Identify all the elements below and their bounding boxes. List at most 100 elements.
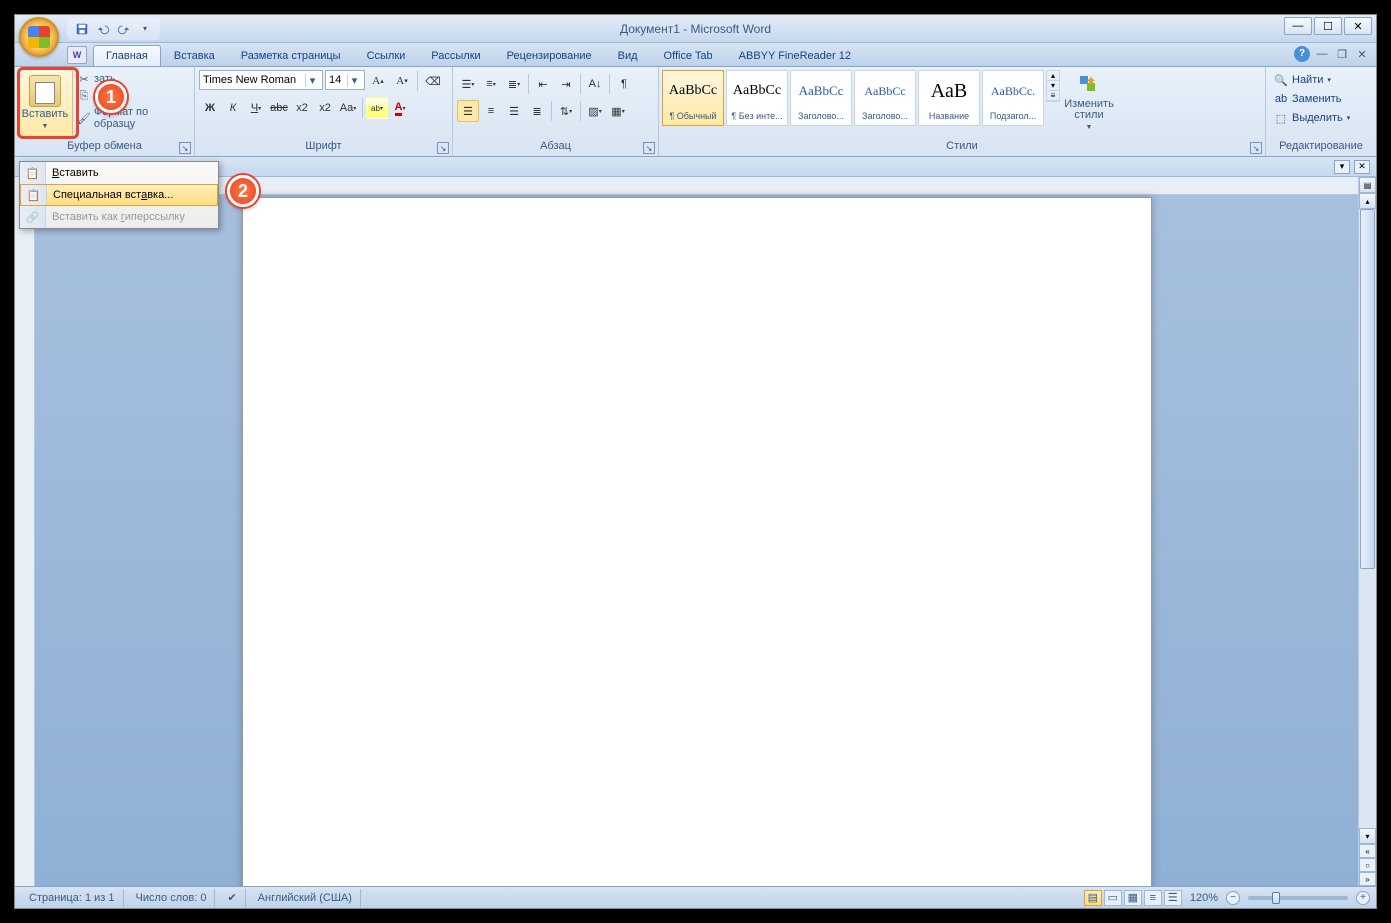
strikethrough-button[interactable]: abc xyxy=(268,97,290,119)
style-item-2[interactable]: AaBbCcЗаголово... xyxy=(790,70,852,126)
vertical-ruler[interactable] xyxy=(15,177,35,886)
status-words[interactable]: Число слов: 0 xyxy=(128,889,216,907)
styles-more-button[interactable]: ≡ xyxy=(1047,91,1059,101)
numbering-button[interactable]: ≡▾ xyxy=(480,73,502,95)
next-page-button[interactable]: » xyxy=(1359,872,1376,886)
minimize-button[interactable]: — xyxy=(1284,17,1312,35)
grow-font-button[interactable]: A▴ xyxy=(367,70,389,92)
style-item-1[interactable]: AaBbCc¶ Без инте... xyxy=(726,70,788,126)
zoom-level[interactable]: 120% xyxy=(1190,892,1218,904)
ruler-toggle-button[interactable]: ▤ xyxy=(1359,177,1376,193)
increase-indent-button[interactable]: ⇥ xyxy=(555,73,577,95)
shrink-font-button[interactable]: A▾ xyxy=(391,70,413,92)
paragraph-launcher[interactable]: ↘ xyxy=(643,142,655,154)
show-marks-button[interactable]: ¶ xyxy=(613,73,635,95)
highlight-button[interactable]: ab▾ xyxy=(366,97,388,119)
word-tab-icon[interactable]: W xyxy=(67,46,87,64)
tab-insert[interactable]: Вставка xyxy=(161,45,228,66)
close-button[interactable]: ✕ xyxy=(1344,17,1372,35)
find-button[interactable]: 🔍Найти ▾ xyxy=(1270,71,1354,89)
status-page[interactable]: Страница: 1 из 1 xyxy=(21,889,124,907)
subscript-button[interactable]: x2 xyxy=(291,97,313,119)
borders-button[interactable]: ▦▾ xyxy=(607,100,629,122)
style-item-5[interactable]: AaBbCc.Подзагол... xyxy=(982,70,1044,126)
clipboard-launcher[interactable]: ↘ xyxy=(179,142,191,154)
scroll-track[interactable] xyxy=(1359,209,1376,828)
scroll-up-button[interactable]: ▴ xyxy=(1359,193,1376,209)
mdi-minimize-button[interactable]: — xyxy=(1314,47,1330,61)
font-size-combo[interactable]: 14▾ xyxy=(325,70,365,90)
shading-button[interactable]: ▨▾ xyxy=(584,100,606,122)
cut-button[interactable]: ✂зать xyxy=(73,71,192,87)
tab-references[interactable]: Ссылки xyxy=(354,45,419,66)
zoom-slider-thumb[interactable] xyxy=(1272,892,1280,904)
status-proofing[interactable]: ✔ xyxy=(219,889,245,907)
zoom-in-button[interactable]: + xyxy=(1356,891,1370,905)
view-outline[interactable]: ≡ xyxy=(1144,890,1162,906)
vertical-scrollbar: ▤ ▴ ▾ « ○ » xyxy=(1358,177,1376,886)
format-painter-button[interactable]: 🖌Формат по образцу xyxy=(73,105,192,131)
view-web-layout[interactable]: ▦ xyxy=(1124,890,1142,906)
browse-object-button[interactable]: ○ xyxy=(1359,858,1376,872)
decrease-indent-button[interactable]: ⇤ xyxy=(532,73,554,95)
style-item-0[interactable]: AaBbCc¶ Обычный xyxy=(662,70,724,126)
help-button[interactable]: ? xyxy=(1294,46,1310,62)
undo-button[interactable] xyxy=(94,20,112,38)
tab-review[interactable]: Рецензирование xyxy=(494,45,605,66)
paste-menu-paste[interactable]: 📋 Вставить xyxy=(20,162,218,184)
paste-menu-paste-special[interactable]: 📋 Специальная вставка... xyxy=(20,184,218,206)
prev-page-button[interactable]: « xyxy=(1359,844,1376,858)
styles-scroll-up[interactable]: ▴ xyxy=(1047,71,1059,81)
font-launcher[interactable]: ↘ xyxy=(437,142,449,154)
ribbon-collapse-button[interactable]: ▾ xyxy=(1334,160,1350,174)
replace-button[interactable]: abЗаменить xyxy=(1270,90,1354,108)
office-button[interactable] xyxy=(19,17,59,57)
zoom-slider[interactable] xyxy=(1248,896,1348,900)
view-print-layout[interactable]: ▤ xyxy=(1084,890,1102,906)
tab-home[interactable]: Главная xyxy=(93,45,161,66)
tab-office-tab[interactable]: Office Tab xyxy=(651,45,726,66)
view-draft[interactable]: ☰ xyxy=(1164,890,1182,906)
document-page[interactable] xyxy=(242,197,1152,886)
tab-page-layout[interactable]: Разметка страницы xyxy=(228,45,354,66)
style-item-4[interactable]: АаВНазвание xyxy=(918,70,980,126)
font-color-button[interactable]: A▾ xyxy=(389,97,411,119)
styles-launcher[interactable]: ↘ xyxy=(1250,142,1262,154)
change-styles-button[interactable]: Изменить стили▼ xyxy=(1061,69,1117,137)
redo-button[interactable] xyxy=(115,20,133,38)
view-full-screen[interactable]: ▭ xyxy=(1104,890,1122,906)
qat-customize-button[interactable]: ▾ xyxy=(136,20,154,38)
copy-button[interactable]: ⎘ровать xyxy=(73,88,192,104)
zoom-out-button[interactable]: − xyxy=(1226,891,1240,905)
paste-button[interactable]: Вставить▼ xyxy=(17,69,73,137)
change-case-button[interactable]: Aa▾ xyxy=(337,97,359,119)
styles-scroll-down[interactable]: ▾ xyxy=(1047,81,1059,91)
style-item-3[interactable]: AaBbCcЗаголово... xyxy=(854,70,916,126)
tab-mailings[interactable]: Рассылки xyxy=(418,45,493,66)
scroll-down-button[interactable]: ▾ xyxy=(1359,828,1376,844)
tab-view[interactable]: Вид xyxy=(605,45,651,66)
save-button[interactable] xyxy=(73,20,91,38)
align-center-button[interactable]: ≡ xyxy=(480,100,502,122)
superscript-button[interactable]: x2 xyxy=(314,97,336,119)
scroll-thumb[interactable] xyxy=(1360,209,1375,569)
mdi-restore-button[interactable]: ❐ xyxy=(1334,47,1350,61)
tab-abbyy[interactable]: ABBYY FineReader 12 xyxy=(726,45,864,66)
bullets-button[interactable]: ☰▾ xyxy=(457,73,479,95)
select-button[interactable]: ⬚Выделить ▾ xyxy=(1270,109,1354,127)
bold-button[interactable]: Ж xyxy=(199,97,221,119)
justify-button[interactable]: ≣ xyxy=(526,100,548,122)
mdi-close-button[interactable]: ✕ xyxy=(1354,47,1370,61)
line-spacing-button[interactable]: ⇅▾ xyxy=(555,100,577,122)
clear-formatting-button[interactable]: ⌫ xyxy=(422,70,444,92)
align-right-button[interactable]: ☰ xyxy=(503,100,525,122)
align-left-button[interactable]: ☰ xyxy=(457,100,479,122)
underline-button[interactable]: Ч▾ xyxy=(245,97,267,119)
multilevel-button[interactable]: ≣▾ xyxy=(503,73,525,95)
maximize-button[interactable]: ☐ xyxy=(1314,17,1342,35)
status-language[interactable]: Английский (США) xyxy=(250,889,361,907)
font-name-combo[interactable]: Times New Roman▾ xyxy=(199,70,323,90)
sub-close-button[interactable]: ✕ xyxy=(1354,160,1370,174)
italic-button[interactable]: К xyxy=(222,97,244,119)
sort-button[interactable]: A↓ xyxy=(584,73,606,95)
